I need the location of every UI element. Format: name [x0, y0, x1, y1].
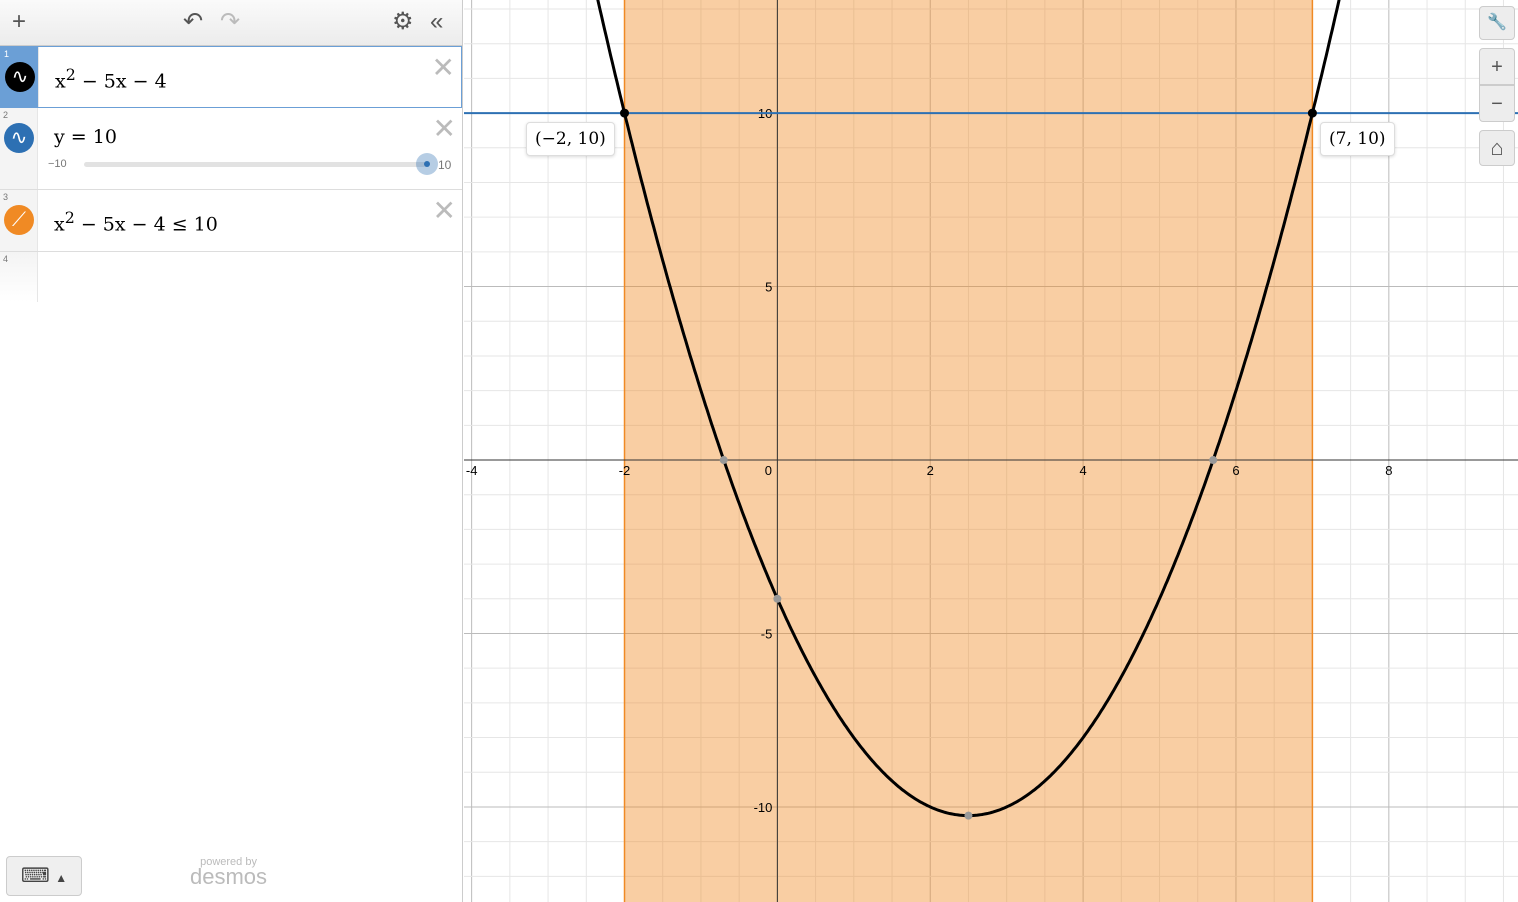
y-tick-label: -10 [754, 800, 773, 815]
delete-expression-icon[interactable]: ✕ [433, 194, 456, 227]
expression-row-3[interactable]: 3 ⟋ x2 − 5x − 4 ≤ 10 ✕ [0, 190, 462, 252]
x-tick-label: -4 [466, 463, 478, 478]
add-expression-button[interactable]: + [12, 8, 26, 36]
x-tick-label: 8 [1385, 463, 1392, 478]
wave-icon[interactable]: ∿ [4, 123, 34, 153]
zoom-in-button[interactable]: + [1479, 48, 1515, 85]
slider-min: −10 [48, 158, 67, 170]
slider-max: 10 [438, 158, 452, 172]
point-of-interest [964, 811, 973, 820]
delete-expression-icon[interactable]: ✕ [432, 51, 455, 84]
expression-row-2[interactable]: 2 ∿ y = 10 ✕ −10 10 [0, 108, 462, 190]
y-tick-label: -5 [761, 626, 773, 641]
powered-by-desmos: powered by desmos [190, 856, 268, 889]
redo-button[interactable]: ↷ [220, 8, 240, 36]
y-tick-label: 5 [765, 280, 772, 295]
expression-input[interactable]: y = 10 [54, 126, 117, 148]
x-tick-label: 2 [927, 463, 934, 478]
intersection-point [620, 108, 630, 118]
x-tick-label: 6 [1232, 463, 1239, 478]
home-icon[interactable]: ⌂ [1479, 130, 1515, 166]
x-tick-label: 4 [1079, 463, 1086, 478]
x-tick-label: 0 [765, 463, 772, 478]
slider-handle[interactable] [416, 153, 438, 175]
graph-settings-wrench-icon[interactable]: 🔧 [1479, 6, 1515, 40]
point-of-interest [719, 456, 728, 465]
inequality-icon[interactable]: ⟋ [4, 205, 34, 235]
x-tick-label: -2 [619, 463, 631, 478]
wave-icon[interactable]: ∿ [5, 62, 35, 92]
expression-input[interactable]: x2 − 5x − 4 ≤ 10 [54, 208, 218, 235]
point-label: (−2, 10) [526, 122, 615, 156]
settings-gear-icon[interactable]: ⚙ [392, 8, 414, 36]
delete-expression-icon[interactable]: ✕ [433, 112, 456, 145]
inequality-shade [624, 0, 1313, 902]
undo-button[interactable]: ↶ [183, 8, 203, 36]
expression-row-4[interactable]: 4 [0, 252, 462, 302]
point-of-interest [773, 594, 782, 603]
expression-row-1[interactable]: 1 ∿ x2 − 5x − 4 ✕ [0, 46, 462, 108]
point-of-interest [1209, 456, 1218, 465]
point-label: (7, 10) [1320, 122, 1395, 156]
keyboard-toggle-button[interactable]: ⌨ ▲ [6, 856, 82, 896]
expression-panel: + ↶ ↷ ⚙ « 1 ∿ x2 − 5x − 4 ✕ 2 ∿ y = 10 ✕… [0, 0, 463, 902]
expression-input[interactable]: x2 − 5x − 4 [55, 65, 167, 92]
collapse-panel-button[interactable]: « [430, 8, 443, 36]
slider-track[interactable] [84, 153, 438, 175]
intersection-point [1307, 108, 1317, 118]
zoom-out-button[interactable]: − [1479, 85, 1515, 122]
panel-toolbar: + ↶ ↷ ⚙ « [0, 0, 462, 46]
